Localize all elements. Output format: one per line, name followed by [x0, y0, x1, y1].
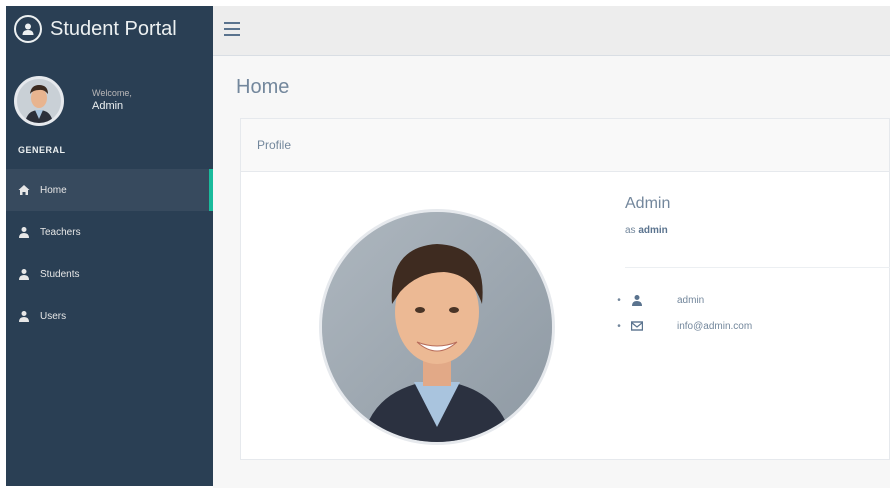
sidebar-item-label: Teachers	[40, 226, 81, 238]
brand-title: Student Portal	[50, 17, 177, 40]
menu-section-title: GENERAL	[18, 145, 66, 155]
sidebar-item-label: Users	[40, 310, 67, 322]
user-icon	[18, 226, 30, 238]
page-title: Home	[236, 76, 290, 98]
user-icon	[18, 310, 30, 322]
sidebar-item-teachers[interactable]: Teachers	[6, 211, 213, 253]
sidebar-item-students[interactable]: Students	[6, 253, 213, 295]
divider	[625, 267, 890, 268]
sidebar-item-home[interactable]: Home	[6, 169, 213, 211]
brand[interactable]: Student Portal	[6, 6, 213, 52]
panel-heading: Profile	[241, 119, 889, 172]
home-icon	[18, 184, 30, 196]
sidebar-menu: Home Teachers Students Users	[6, 169, 213, 337]
profile-role: as admin	[625, 225, 668, 236]
user-logo-icon	[14, 15, 42, 43]
welcome-label: Welcome,	[92, 88, 132, 98]
top-navbar	[213, 6, 890, 56]
main-content: Home Profile Admin as admin • admin • in…	[213, 56, 890, 488]
user-icon	[18, 268, 30, 280]
sidebar-item-label: Home	[40, 184, 67, 196]
envelope-icon	[630, 320, 644, 332]
detail-username: admin	[677, 294, 705, 306]
sidebar-item-users[interactable]: Users	[6, 295, 213, 337]
avatar[interactable]	[14, 76, 64, 126]
sidebar: Student Portal Welcome, Admin GENERAL Ho…	[6, 6, 213, 486]
role-prefix: as	[625, 225, 636, 236]
sidebar-item-label: Students	[40, 268, 80, 280]
list-item: • admin	[617, 294, 705, 306]
list-item: • info@admin.com	[617, 320, 753, 332]
profile-details: • admin • info@admin.com	[613, 287, 752, 339]
detail-email[interactable]: info@admin.com	[677, 321, 752, 332]
profile-name: Admin	[625, 195, 671, 212]
sidebar-user-name: Admin	[92, 100, 124, 112]
profile-panel: Profile Admin as admin • admin • info@ad…	[240, 118, 890, 460]
user-icon	[631, 294, 643, 306]
hamburger-icon[interactable]	[224, 22, 240, 36]
role-value: admin	[638, 225, 668, 236]
sidebar-profile: Welcome, Admin	[14, 76, 132, 126]
profile-photo	[319, 209, 555, 445]
